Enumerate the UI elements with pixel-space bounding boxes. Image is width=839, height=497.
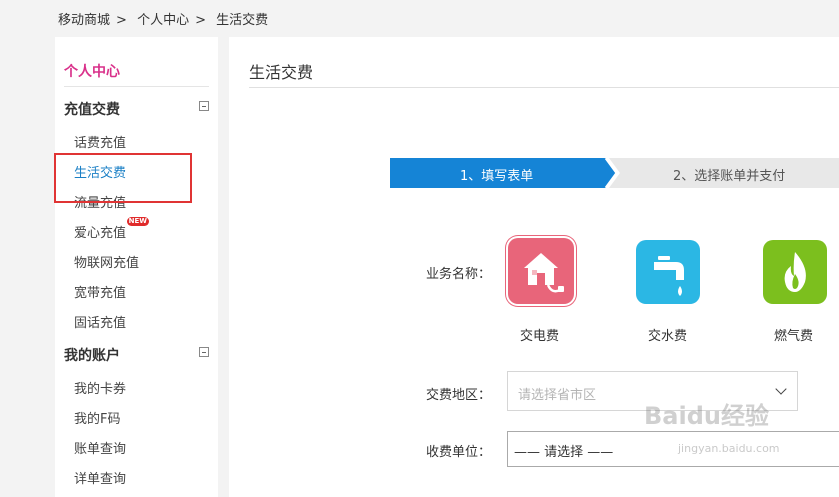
sidebar-item-bill-query[interactable]: 账单查询 [74,438,126,457]
sidebar-item-data-recharge[interactable]: 流量充值 [74,192,126,211]
water-service-button[interactable] [636,240,700,304]
step-1-label: 1、填写表单 [460,169,534,184]
flame-icon [784,252,806,292]
chevron-down-icon [775,383,787,395]
sidebar-item-label: 爱心充值 [74,226,127,241]
sidebar-item-charity-recharge[interactable]: 爱心充值 NEW [74,217,150,241]
electricity-label[interactable]: 交电费 [520,325,559,344]
watermark-logo: Baidu经验 [644,402,769,430]
sidebar-section-label: 我的账户 [64,348,120,364]
sidebar: 个人中心 充值交费 话费充值 生活交费 流量充值 爱心充值 NEW 物联网充值 … [55,37,218,497]
gas-service-button[interactable] [763,240,827,304]
sidebar-title[interactable]: 个人中心 [64,61,120,81]
sidebar-item-my-coupons[interactable]: 我的卡券 [74,378,126,397]
collapse-icon[interactable] [199,101,209,111]
breadcrumb-separator: > [116,13,127,28]
breadcrumb-separator: > [195,13,206,28]
sidebar-item-life-payment[interactable]: 生活交费 [74,162,126,181]
gas-label[interactable]: 燃气费 [774,325,813,344]
unit-select[interactable]: —— 请选择 —— [507,431,839,467]
sidebar-item-iot-recharge[interactable]: 物联网充值 [74,252,139,271]
house-plug-icon [524,253,564,293]
step-2-label: 2、选择账单并支付 [673,169,786,184]
sidebar-divider [64,86,209,87]
breadcrumb-home[interactable]: 移动商城 [58,13,110,28]
new-badge: NEW [126,217,150,226]
sidebar-item-phone-recharge[interactable]: 话费充值 [74,132,126,151]
breadcrumb-current: 生活交费 [216,13,269,28]
water-label[interactable]: 交水费 [648,325,687,344]
unit-label: 收费单位： [426,445,492,460]
unit-value: —— 请选择 —— [514,445,614,460]
sidebar-item-my-fcode[interactable]: 我的F码 [74,408,120,427]
collapse-icon[interactable] [199,347,209,357]
watermark-url: jingyan.baidu.com [678,442,780,455]
faucet-icon [654,256,684,296]
sidebar-item-detail-query[interactable]: 详单查询 [74,468,126,487]
sidebar-item-landline-recharge[interactable]: 固话充值 [74,312,126,331]
sidebar-section-account[interactable]: 我的账户 [64,345,209,365]
page-title: 生活交费 [249,63,314,82]
step-indicator: 1、填写表单 2、选择账单并支付 [390,158,839,188]
region-label: 交费地区： [426,388,492,403]
region-placeholder: 请选择省市区 [518,388,597,403]
sidebar-section-label: 充值交费 [64,102,120,118]
electricity-service-button[interactable] [508,238,574,304]
title-divider [249,87,839,88]
service-name-label: 业务名称： [426,267,492,282]
breadcrumb-personal-center[interactable]: 个人中心 [137,13,189,28]
sidebar-item-broadband-recharge[interactable]: 宽带充值 [74,282,126,301]
breadcrumb: 移动商城 > 个人中心 > 生活交费 [58,9,272,28]
sidebar-section-recharge[interactable]: 充值交费 [64,99,209,119]
